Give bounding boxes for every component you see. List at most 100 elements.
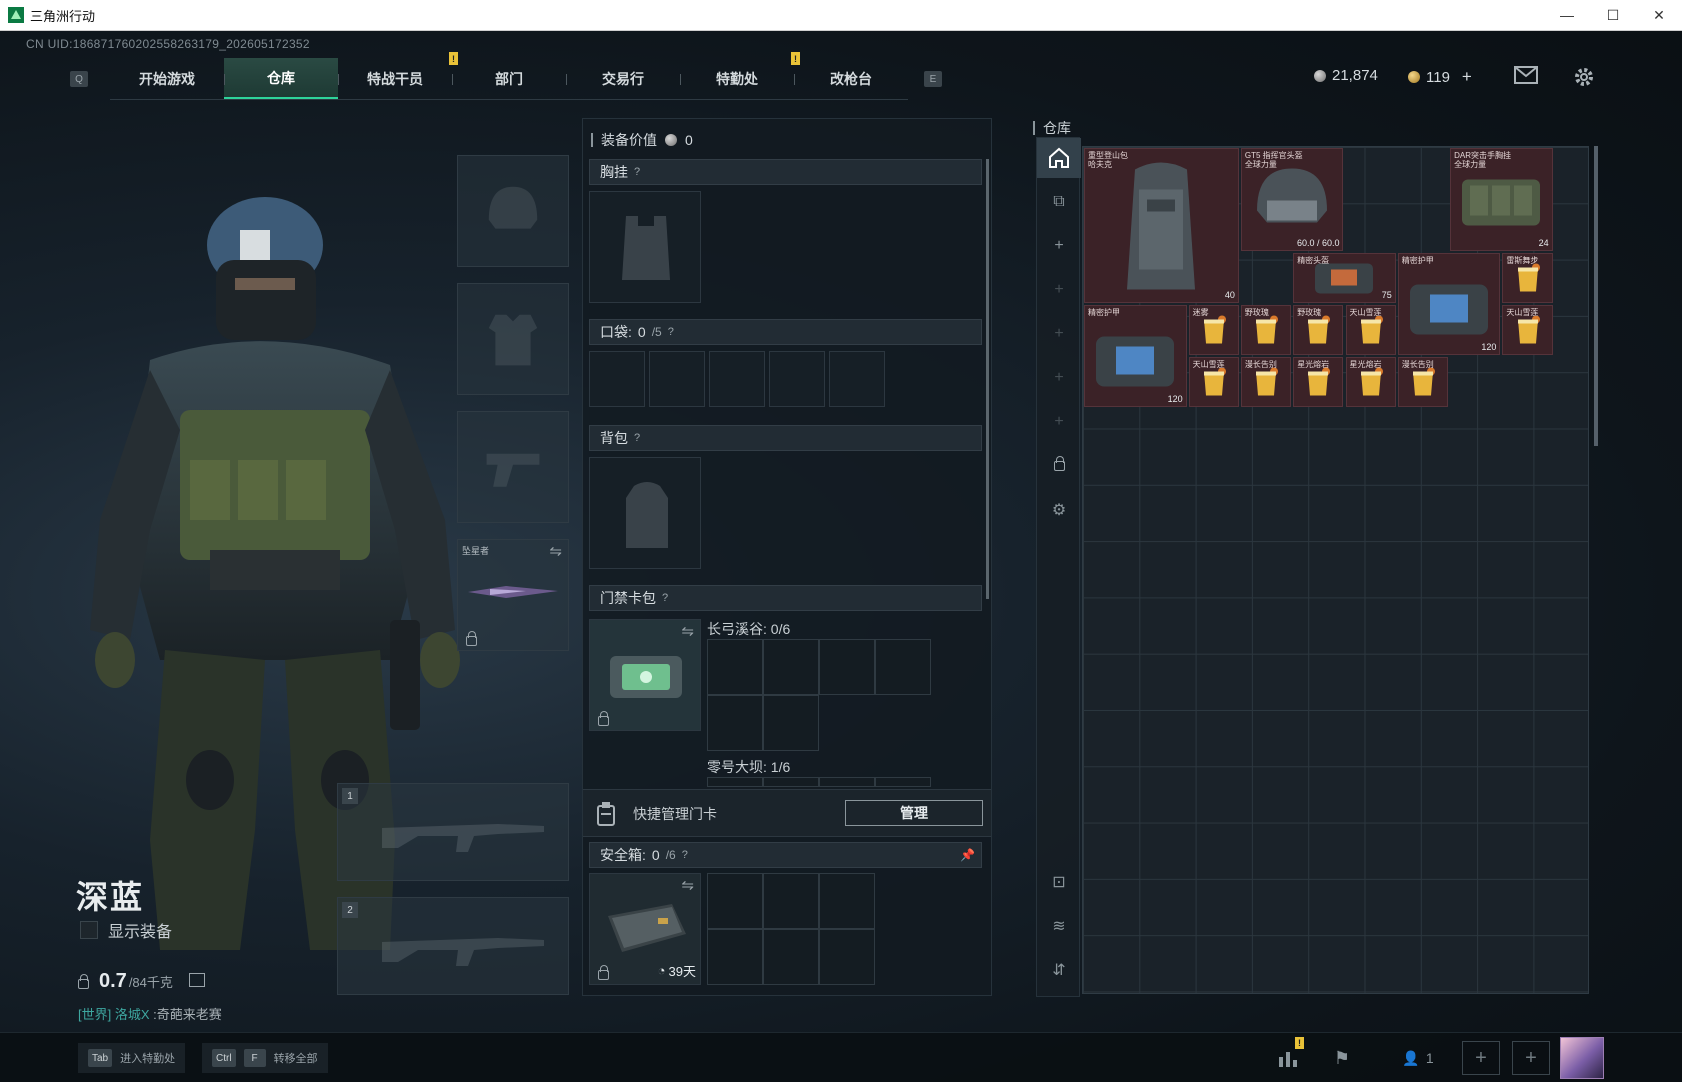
primary-weapon-slot-1[interactable]: 1 [337,783,569,881]
helmet-silhouette-icon [488,186,538,229]
add-gold-button[interactable]: + [1462,67,1472,87]
gold-coin-icon [1408,71,1420,83]
pistol-slot[interactable] [457,411,569,523]
safebox-lock-icon [598,965,609,980]
warehouse-item[interactable]: GT5 指挥官头盔 全球力量 60.0 / 60.0 [1240,148,1344,251]
transfer-all-button[interactable]: Ctrl F 转移全部 [202,1043,328,1073]
pockets-help-icon[interactable]: ? [668,326,674,338]
pocket-slot[interactable] [829,351,885,407]
melee-slot[interactable]: 坠星者 ⇋ [457,539,569,651]
settings-gear-icon[interactable] [1572,66,1596,86]
warehouse-item[interactable]: DAR突击手胸挂 全球力量 24 [1450,148,1553,251]
keycard-case-slot[interactable]: ⇋ [589,619,701,731]
manage-keycards-button[interactable]: 管理 [845,800,983,826]
close-button[interactable]: ✕ [1636,0,1682,30]
show-equipment-toggle[interactable]: 显示装备 [80,918,172,942]
warehouse-item[interactable]: 漫长告别 [1240,357,1292,408]
swap-icon[interactable]: ⇋ [681,876,694,894]
enter-special-ops-button[interactable]: Tab 进入特勤处 [78,1043,186,1073]
warehouse-transfer-tab[interactable]: ⇵ [1037,950,1081,990]
warehouse-item[interactable]: 精密护甲 120 [1397,252,1501,356]
warehouse-item[interactable]: 精密头盔 75 [1293,252,1396,303]
pin-icon[interactable]: 📌 [960,848,975,862]
keycard-grid-map2[interactable] [707,777,931,787]
nav-tab[interactable]: 开始游戏 [110,58,224,99]
add-warehouse-tab[interactable]: + [1037,314,1081,354]
warehouse-item[interactable]: 漫长告别 [1397,357,1449,408]
flag-icon[interactable]: ⚑ [1322,1043,1362,1073]
add-warehouse-tab[interactable]: + [1037,358,1081,398]
keycard-grid-map1[interactable] [707,639,931,695]
locked-warehouse-tab[interactable] [1037,446,1081,486]
warehouse-item[interactable]: 精密护甲 120 [1084,304,1187,408]
safebox-header: 安全箱: 0/6 ? 📌 [589,842,982,868]
backpack-help-icon[interactable]: ? [634,432,640,444]
nav-tab[interactable]: 交易行 [566,58,680,99]
carry-weight: 0.7 /84千克 [78,970,205,993]
warehouse-item[interactable]: 雷斯舞步 [1502,252,1553,303]
nav-tab-label: 部门 [495,70,523,87]
invite-slot-button[interactable]: + [1512,1041,1550,1075]
armor-slot[interactable] [457,283,569,395]
pocket-slot[interactable] [709,351,765,407]
backpack-slot[interactable] [589,457,701,569]
nav-tab[interactable]: 仓库 [224,58,338,99]
warehouse-item[interactable]: 野玫瑰 [1293,304,1344,356]
weight-details-list-icon[interactable] [188,973,205,987]
gold-currency: 119 + [1408,67,1472,87]
chest-rig-slot[interactable] [589,191,701,303]
swap-icon[interactable]: ⇋ [549,542,562,560]
maximize-button[interactable]: ☐ [1590,0,1636,30]
keycard-case-help-icon[interactable]: ? [662,592,668,604]
warehouse-sort-tab[interactable]: ≋ [1037,906,1081,946]
warehouse-item[interactable]: 天山雪莲 [1188,357,1239,408]
add-warehouse-tab[interactable]: + [1037,270,1081,310]
stats-chart-icon[interactable]: ! [1268,1037,1308,1073]
safebox-grid[interactable] [707,873,875,985]
warehouse-item[interactable]: 星光熔岩 [1293,357,1344,408]
warehouse-grid[interactable]: 重型登山包 哈夫克 40 GT5 指挥官头盔 全球力量 60.0 / 60.0 DAR突… [1082,146,1589,994]
show-equipment-checkbox[interactable] [80,921,98,939]
warehouse-item[interactable]: 天山雪莲 [1345,304,1396,356]
warehouse-item[interactable]: 野玫瑰 [1240,304,1292,356]
primary-weapon-slot-2[interactable]: 2 [337,897,569,995]
helmet-slot[interactable] [457,155,569,267]
layers-icon: ≋ [1052,918,1066,935]
nav-tab[interactable]: 改枪台 [794,58,908,99]
item-name: 天山雪莲 [1192,360,1225,370]
player-avatar[interactable] [1560,1037,1604,1079]
pocket-slot[interactable] [589,351,645,407]
warehouse-filter-tab[interactable]: ⊡ [1037,862,1081,902]
pocket-slot[interactable] [769,351,825,407]
chat-line[interactable]: [世界] 洛城X :奇葩来老赛 [78,1004,222,1023]
warehouse-scrollbar[interactable] [1594,146,1598,446]
safebox-slot[interactable]: ⇋ ◔ 39天 [589,873,701,985]
nav-tab[interactable]: 特勤处! [680,52,800,99]
bottom-bar: Tab 进入特勤处 Ctrl F 转移全部 ! ⚑ 👤 1 + + [0,1032,1682,1082]
warehouse-item[interactable]: 天山雪莲 [1502,304,1553,356]
add-warehouse-tab[interactable]: + [1037,402,1081,442]
nav-tab-label: 改枪台 [830,70,872,87]
mail-icon[interactable] [1514,66,1538,86]
chest-rig-help-icon[interactable]: ? [634,166,640,178]
safebox-help-icon[interactable]: ? [682,849,688,861]
warehouse-item[interactable]: 迷雾 [1188,304,1239,356]
warehouse-item[interactable]: 星光熔岩 [1345,357,1396,408]
invite-slot-button[interactable]: + [1462,1041,1500,1075]
warehouse-expand-tab[interactable]: ⧉ [1037,182,1081,222]
minimize-button[interactable]: — [1544,0,1590,30]
warehouse-main-tab[interactable] [1037,138,1081,178]
add-warehouse-tab[interactable]: + [1037,226,1081,266]
squad-button[interactable]: 👤 1 [1388,1043,1448,1073]
quick-keycard-manage-row: 快捷管理门卡 管理 [583,789,991,837]
swap-icon[interactable]: ⇋ [681,622,694,640]
nav-tab[interactable]: 特战干员! [338,52,458,99]
pocket-slot[interactable] [649,351,705,407]
nav-tab-label: 仓库 [267,69,295,86]
nav-tab[interactable]: 部门 [452,58,566,99]
warehouse-settings-tab[interactable]: ⚙ [1037,490,1081,530]
warehouse-item[interactable]: 重型登山包 哈夫克 40 [1084,148,1239,303]
keycard-grid-map1-row2[interactable] [707,695,819,751]
plus-icon: + [1054,413,1064,430]
loadout-scrollbar[interactable] [986,159,989,599]
